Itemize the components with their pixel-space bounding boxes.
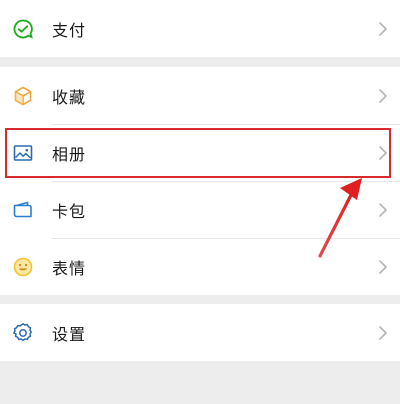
- menu-item-cards-label: 卡包: [52, 201, 87, 221]
- chevron-right-icon: [379, 202, 387, 217]
- wechat-me-menu: 支付 收藏 相册 卡包 表情 设置: [0, 0, 400, 404]
- chevron-right-icon: [379, 259, 387, 274]
- chevron-right-icon: [379, 145, 387, 160]
- menu-group-pay: 支付: [0, 0, 400, 57]
- cube-icon: [14, 86, 32, 105]
- menu-group-main: 收藏 相册 卡包 表情: [0, 67, 400, 295]
- menu-item-stickers-label: 表情: [52, 258, 87, 278]
- wechat-pay-icon: [13, 19, 33, 39]
- menu-item-settings[interactable]: 设置: [0, 304, 400, 361]
- chevron-right-icon: [379, 88, 387, 103]
- menu-group-settings: 设置: [0, 304, 400, 361]
- menu-item-favorites[interactable]: 收藏: [0, 67, 400, 124]
- menu-item-album-label: 相册: [52, 144, 87, 164]
- chevron-right-icon: [379, 21, 387, 36]
- menu-item-stickers[interactable]: 表情: [0, 238, 400, 295]
- gear-icon: [13, 322, 32, 341]
- menu-item-pay-label: 支付: [52, 20, 87, 40]
- menu-item-favorites-label: 收藏: [52, 87, 87, 107]
- menu-item-cards[interactable]: 卡包: [0, 181, 400, 238]
- chevron-right-icon: [379, 325, 387, 340]
- smiley-icon: [13, 257, 33, 276]
- menu-item-album[interactable]: 相册: [0, 124, 400, 181]
- menu-item-pay[interactable]: 支付: [0, 0, 400, 57]
- menu-item-settings-label: 设置: [52, 324, 87, 344]
- image-icon: [13, 144, 33, 161]
- card-wallet-icon: [13, 201, 32, 217]
